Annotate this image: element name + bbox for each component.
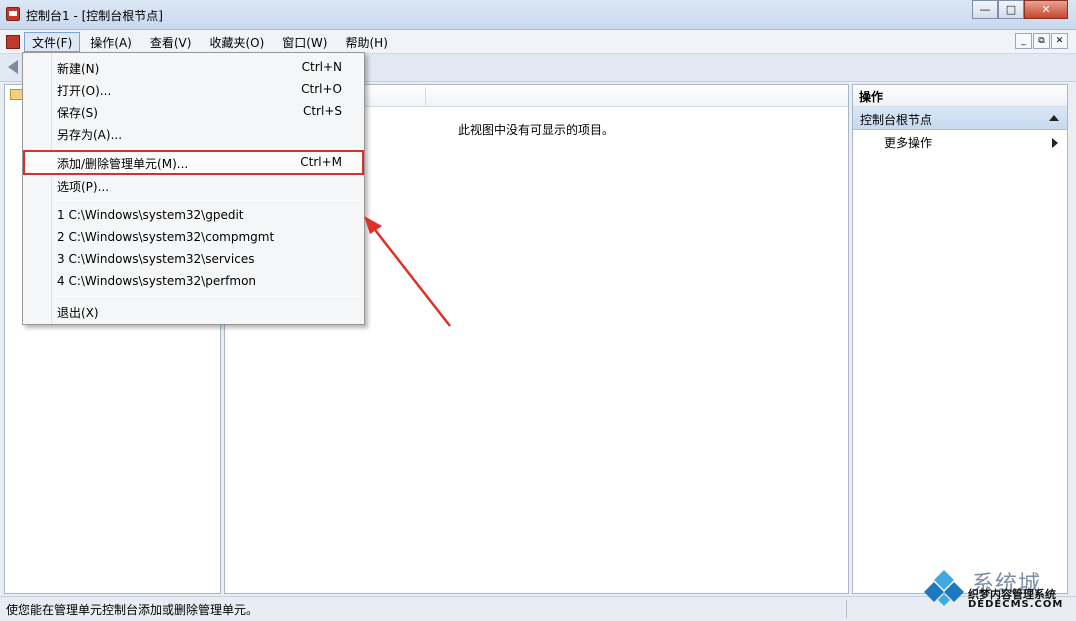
actions-section-label: 控制台根节点 bbox=[860, 113, 933, 127]
menu-item-recent-1[interactable]: 1 C:\Windows\system32\gpedit bbox=[25, 205, 362, 226]
maximize-button[interactable]: □ bbox=[998, 0, 1024, 19]
window-title: 控制台1 - [控制台根节点] bbox=[26, 9, 163, 23]
menu-bar: 文件(F) 操作(A) 查看(V) 收藏夹(O) 窗口(W) 帮助(H) _ ⧉… bbox=[0, 30, 1076, 54]
menu-item-shortcut: Ctrl+M bbox=[300, 155, 342, 169]
menu-item-shortcut: Ctrl+S bbox=[302, 104, 342, 118]
menu-item-label: 选项(P)... bbox=[57, 180, 110, 194]
site-watermark: 系统城 织梦内容管理系统 DEDECMS.COM bbox=[920, 566, 1070, 618]
windows-logo-icon bbox=[924, 570, 964, 606]
menu-item-save-as[interactable]: 另存为(A)... bbox=[25, 123, 362, 144]
menu-item-label: 3 C:\Windows\system32\services bbox=[57, 252, 255, 266]
actions-section-root[interactable]: 控制台根节点 bbox=[853, 107, 1067, 130]
title-bar: 控制台1 - [控制台根节点] — □ ✕ bbox=[0, 0, 1076, 30]
back-arrow-icon[interactable] bbox=[8, 60, 18, 74]
menu-item-recent-3[interactable]: 3 C:\Windows\system32\services bbox=[25, 249, 362, 270]
menu-item-label: 2 C:\Windows\system32\compmgmt bbox=[57, 230, 275, 244]
menu-item-label: 1 C:\Windows\system32\gpedit bbox=[57, 208, 244, 222]
empty-view-message: 此视图中没有可显示的项目。 bbox=[458, 123, 615, 137]
menu-item-exit[interactable]: 退出(X) bbox=[25, 301, 362, 322]
actions-pane: 操作 控制台根节点 更多操作 bbox=[852, 84, 1068, 594]
menu-item-label: 保存(S) bbox=[57, 106, 98, 120]
menu-separator bbox=[55, 148, 361, 149]
menu-item-recent-4[interactable]: 4 C:\Windows\system32\perfmon bbox=[25, 271, 362, 292]
actions-header: 操作 bbox=[853, 85, 1067, 107]
menu-item-open[interactable]: 打开(O)... Ctrl+O bbox=[25, 79, 362, 100]
menu-action[interactable]: 操作(A) bbox=[82, 32, 140, 52]
submenu-arrow-icon bbox=[1052, 138, 1058, 148]
status-bar: 使您能在管理单元控制台添加或删除管理单元。 bbox=[0, 596, 1076, 621]
console-window-icon[interactable] bbox=[6, 35, 20, 49]
status-text: 使您能在管理单元控制台添加或删除管理单元。 bbox=[6, 603, 259, 617]
menu-item-label: 打开(O)... bbox=[57, 84, 112, 98]
menu-item-label: 新建(N) bbox=[57, 62, 100, 76]
menu-item-new[interactable]: 新建(N) Ctrl+N bbox=[25, 57, 362, 78]
menu-item-recent-2[interactable]: 2 C:\Windows\system32\compmgmt bbox=[25, 227, 362, 248]
menu-item-label: 4 C:\Windows\system32\perfmon bbox=[57, 274, 257, 288]
minimize-button[interactable]: — bbox=[972, 0, 998, 19]
menu-item-shortcut: Ctrl+O bbox=[301, 82, 342, 96]
close-button[interactable]: ✕ bbox=[1024, 0, 1068, 19]
menu-view[interactable]: 查看(V) bbox=[142, 32, 200, 52]
file-menu-dropdown: 新建(N) Ctrl+N 打开(O)... Ctrl+O 保存(S) Ctrl+… bbox=[22, 52, 365, 325]
menu-list: 文件(F) 操作(A) 查看(V) 收藏夹(O) 窗口(W) 帮助(H) bbox=[24, 32, 398, 52]
collapse-up-icon[interactable] bbox=[1049, 115, 1059, 121]
menu-separator bbox=[55, 200, 361, 201]
menu-item-label: 另存为(A)... bbox=[57, 128, 123, 142]
menu-favorites[interactable]: 收藏夹(O) bbox=[201, 32, 272, 52]
menu-help[interactable]: 帮助(H) bbox=[337, 32, 395, 52]
child-close-button[interactable]: ✕ bbox=[1051, 33, 1068, 49]
menu-separator bbox=[55, 296, 361, 297]
child-restore-button[interactable]: ⧉ bbox=[1033, 33, 1050, 49]
menu-item-label: 添加/删除管理单元(M)... bbox=[57, 157, 189, 171]
status-divider bbox=[846, 600, 847, 618]
child-minimize-button[interactable]: _ bbox=[1015, 33, 1032, 49]
menu-file[interactable]: 文件(F) bbox=[24, 32, 81, 52]
watermark-domain: DEDECMS.COM bbox=[968, 599, 1064, 610]
menu-item-save[interactable]: 保存(S) Ctrl+S bbox=[25, 101, 362, 122]
menu-window[interactable]: 窗口(W) bbox=[274, 32, 335, 52]
menu-item-add-remove-snapin[interactable]: 添加/删除管理单元(M)... Ctrl+M bbox=[23, 150, 364, 175]
more-actions-label: 更多操作 bbox=[884, 136, 933, 150]
column-divider[interactable] bbox=[425, 87, 426, 105]
mmc-app-icon[interactable] bbox=[6, 7, 20, 21]
child-window-controls: _ ⧉ ✕ bbox=[1015, 33, 1068, 49]
more-actions-item[interactable]: 更多操作 bbox=[853, 130, 1067, 153]
menu-item-label: 退出(X) bbox=[57, 306, 99, 320]
window-controls: — □ ✕ bbox=[972, 0, 1068, 20]
menu-item-options[interactable]: 选项(P)... bbox=[25, 175, 362, 196]
menu-item-shortcut: Ctrl+N bbox=[301, 60, 342, 74]
